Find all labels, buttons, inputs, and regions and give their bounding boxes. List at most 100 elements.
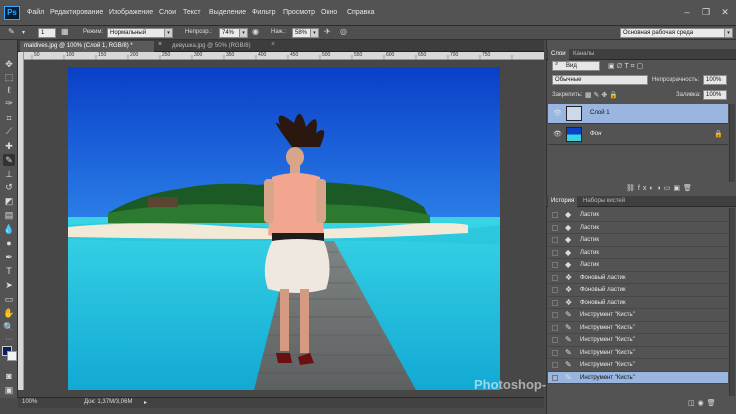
- menu-select[interactable]: Выделение: [209, 9, 246, 16]
- quick-select-icon[interactable]: ✑: [3, 97, 15, 109]
- dots-icon[interactable]: ···: [3, 334, 15, 346]
- history-item[interactable]: ❖ Фоновый ластик: [548, 271, 728, 284]
- chevron-down-icon[interactable]: ▾: [724, 28, 733, 38]
- menu-file[interactable]: Файл: [27, 9, 44, 16]
- layer-filter-select[interactable]: Вид: [552, 61, 600, 71]
- path-select-icon[interactable]: ➤: [3, 279, 15, 291]
- blend-mode-select[interactable]: Обычные: [552, 75, 648, 85]
- background-color-swatch[interactable]: [7, 351, 17, 361]
- hand-tool-icon[interactable]: ✋: [3, 307, 15, 319]
- pen-tool-icon[interactable]: ✒: [3, 251, 15, 263]
- history-item[interactable]: ✎ Инструмент "Кисть": [548, 334, 728, 347]
- menu-window[interactable]: Окно: [321, 9, 337, 16]
- menu-view[interactable]: Просмотр: [283, 9, 315, 16]
- dodge-tool-icon[interactable]: ●: [3, 237, 15, 249]
- history-footer-icons[interactable]: ◫◉🗑: [688, 399, 719, 407]
- workspace-select[interactable]: Основная рабочая среда: [620, 28, 732, 38]
- history-checkbox[interactable]: [552, 337, 558, 343]
- chevron-right-icon[interactable]: ▸: [144, 399, 147, 406]
- history-checkbox[interactable]: [552, 349, 558, 356]
- history-checkbox[interactable]: [552, 249, 558, 256]
- history-checkbox[interactable]: [552, 287, 558, 293]
- history-checkbox[interactable]: [552, 299, 558, 306]
- type-tool-icon[interactable]: T: [3, 265, 15, 277]
- pressure-size-icon[interactable]: ◎: [340, 27, 347, 36]
- tab-devushka[interactable]: девушка.jpg @ 50% (RGB/8): [168, 41, 255, 52]
- zoom-level[interactable]: 100%: [22, 399, 37, 405]
- close-icon[interactable]: ×: [158, 41, 162, 48]
- history-item[interactable]: ◆ Ластик: [548, 221, 728, 234]
- chevron-down-icon[interactable]: ▾: [22, 29, 25, 36]
- menu-filter[interactable]: Фильтр: [252, 9, 276, 16]
- history-checkbox[interactable]: [552, 274, 558, 281]
- airbrush-icon[interactable]: ✈: [324, 27, 331, 36]
- lock-icons[interactable]: ▦ ✎ ✥ 🔒: [585, 91, 618, 99]
- brush-tool-icon[interactable]: ✎: [3, 154, 15, 166]
- menu-help[interactable]: Справка: [347, 9, 374, 16]
- layer-row-selected[interactable]: 👁 Слой 1: [548, 104, 728, 124]
- history-brush-icon[interactable]: ↺: [3, 181, 15, 193]
- screen-mode-icon[interactable]: ▣: [3, 384, 15, 396]
- zoom-tool-icon[interactable]: 🔍: [3, 321, 15, 333]
- move-tool-icon[interactable]: ✥: [3, 58, 15, 70]
- quick-mask-icon[interactable]: ◙: [3, 370, 15, 382]
- history-item[interactable]: ◆ Ластик: [548, 259, 728, 272]
- history-item[interactable]: ✎ Инструмент "Кисть": [548, 346, 728, 359]
- restore-icon[interactable]: ❐: [699, 6, 713, 18]
- gradient-tool-icon[interactable]: ▤: [3, 209, 15, 221]
- marquee-tool-icon[interactable]: ⬚: [3, 71, 15, 83]
- layer-row[interactable]: 👁 Фон 🔒: [548, 125, 728, 145]
- chevron-down-icon[interactable]: ▾: [239, 28, 248, 38]
- history-item[interactable]: ❖ Фоновый ластик: [548, 284, 728, 297]
- shape-tool-icon[interactable]: ▭: [3, 293, 15, 305]
- history-checkbox[interactable]: [552, 312, 558, 318]
- layers-footer-icons[interactable]: ⛓fx◐◑▭▣🗑: [626, 184, 695, 192]
- menu-image[interactable]: Изображение: [109, 9, 153, 16]
- brush-panel-icon[interactable]: ▦: [61, 27, 69, 36]
- layer-opacity-input[interactable]: 100%: [703, 75, 727, 85]
- eye-icon[interactable]: 👁: [553, 109, 562, 117]
- history-checkbox[interactable]: [552, 324, 558, 331]
- chevron-down-icon[interactable]: ▾: [164, 28, 173, 38]
- brush-tool-icon[interactable]: ✎: [8, 27, 15, 36]
- tab-maldives[interactable]: maldives.jpg @ 100% (Слой 1, RGB/8) *: [20, 41, 154, 52]
- history-checkbox[interactable]: [552, 212, 558, 218]
- brush-size-picker[interactable]: 1: [38, 28, 56, 38]
- tab-history[interactable]: История: [548, 196, 578, 207]
- history-item[interactable]: ✎ Инструмент "Кисть": [548, 371, 728, 384]
- history-item[interactable]: ✎ Инструмент "Кисть": [548, 309, 728, 322]
- blur-tool-icon[interactable]: 💧: [3, 223, 15, 235]
- history-checkbox[interactable]: [552, 362, 558, 368]
- pressure-opacity-icon[interactable]: ◉: [252, 27, 259, 36]
- eye-icon[interactable]: 👁: [553, 130, 562, 138]
- close-icon[interactable]: ✕: [718, 6, 732, 18]
- history-checkbox[interactable]: [552, 224, 558, 231]
- eraser-tool-icon[interactable]: ◩: [3, 195, 15, 207]
- minimize-icon[interactable]: –: [680, 6, 694, 18]
- history-item[interactable]: ❖ Фоновый ластик: [548, 296, 728, 309]
- history-checkbox[interactable]: [552, 262, 558, 268]
- history-scrollbar[interactable]: [729, 208, 735, 396]
- chevron-down-icon[interactable]: ▾: [310, 28, 319, 38]
- history-checkbox[interactable]: [552, 374, 558, 381]
- filter-type-icons[interactable]: ▣ ∅ T ⌗ ▢: [608, 62, 643, 71]
- history-item[interactable]: ◆ Ластик: [548, 246, 728, 259]
- image-canvas[interactable]: [68, 67, 500, 390]
- menu-edit[interactable]: Редактирование: [50, 9, 103, 16]
- close-icon[interactable]: ×: [271, 41, 275, 48]
- history-item[interactable]: ◆ Ластик: [548, 209, 728, 222]
- history-item[interactable]: ✎ Инструмент "Кисть": [548, 359, 728, 372]
- menu-type[interactable]: Текст: [183, 9, 201, 16]
- healing-brush-icon[interactable]: ✚: [3, 140, 15, 152]
- history-item[interactable]: ◆ Ластик: [548, 234, 728, 247]
- menu-layers[interactable]: Слои: [159, 9, 176, 16]
- eyedropper-icon[interactable]: ⟋: [3, 125, 15, 137]
- tab-layers[interactable]: Слои: [548, 49, 569, 60]
- history-item[interactable]: ✎ Инструмент "Кисть": [548, 321, 728, 334]
- crop-tool-icon[interactable]: ⌗: [3, 112, 15, 124]
- history-checkbox[interactable]: [552, 237, 558, 243]
- tab-channels[interactable]: Каналы: [570, 49, 597, 60]
- fill-input[interactable]: 100%: [703, 90, 727, 100]
- layers-scrollbar[interactable]: [729, 104, 735, 182]
- clone-stamp-icon[interactable]: ⊥: [3, 168, 15, 180]
